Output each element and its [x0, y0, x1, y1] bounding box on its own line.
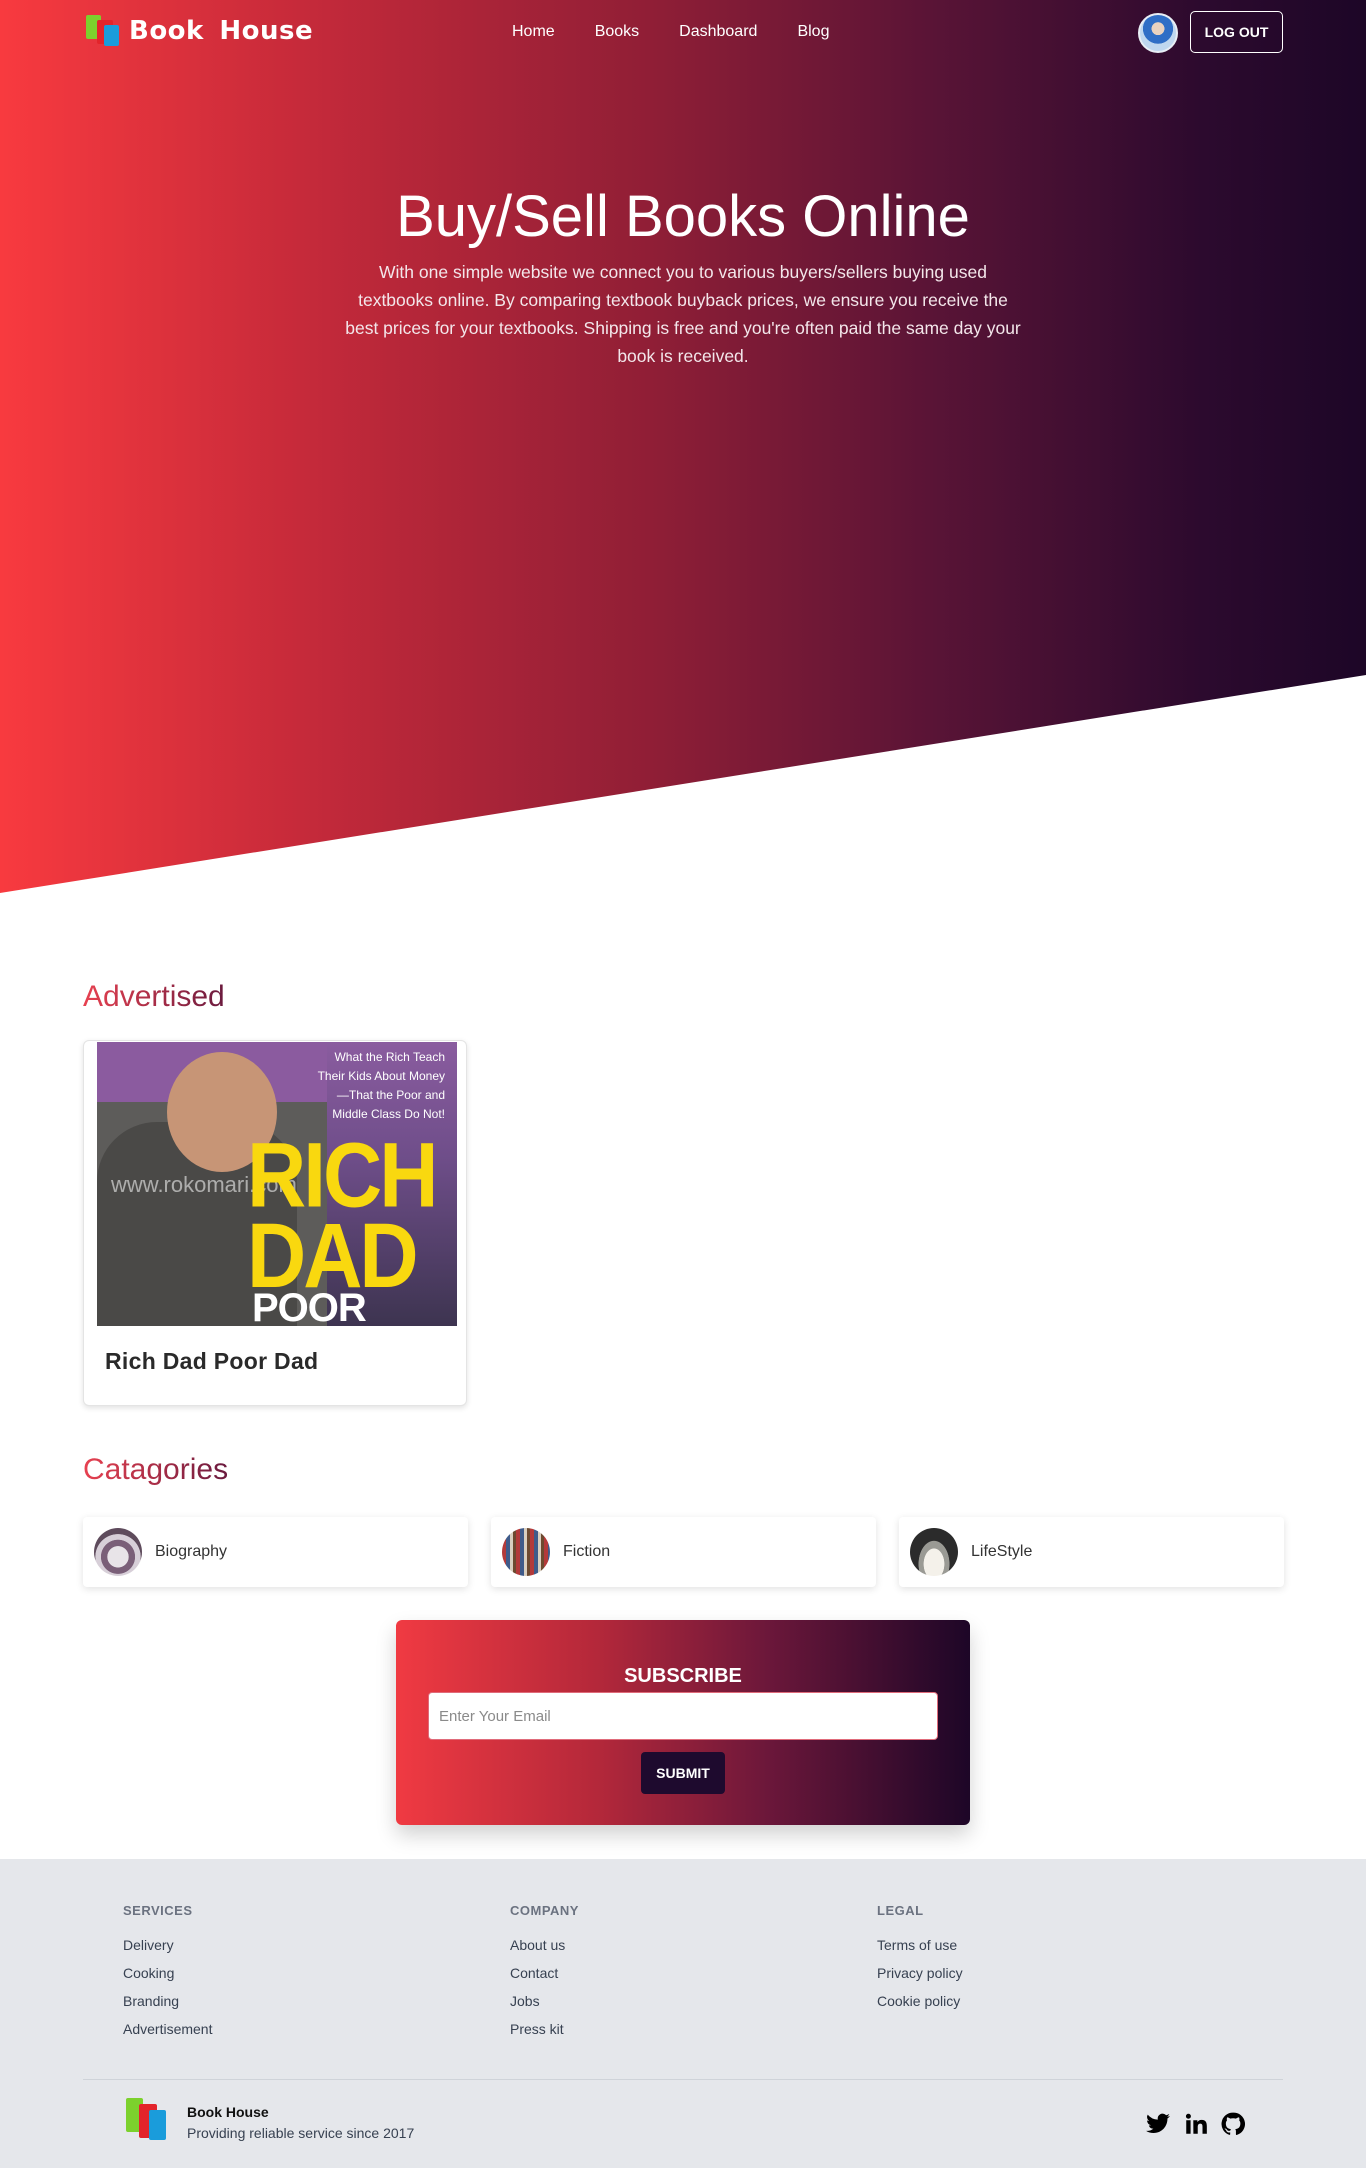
book-title[interactable]: Rich Dad Poor Dad: [105, 1348, 318, 1375]
footer-link-branding[interactable]: Branding: [123, 1993, 179, 2009]
books-logo-icon: [83, 13, 123, 49]
category-biography[interactable]: Biography: [83, 1517, 468, 1587]
nav-links: Home Books Dashboard Blog: [512, 0, 869, 64]
footer-link-terms[interactable]: Terms of use: [877, 1937, 957, 1953]
twitter-icon[interactable]: [1145, 2111, 1171, 2137]
cover-subtitle: POOR DAD: [252, 1286, 367, 1326]
footer-heading-legal: LEGAL: [877, 1903, 924, 1918]
cover-tagline: What the Rich Teach Their Kids About Mon…: [317, 1050, 445, 1121]
footer-heading-services: SERVICES: [123, 1903, 193, 1918]
category-label: Fiction: [563, 1543, 611, 1560]
footer-logo-icon: [123, 2096, 177, 2144]
hero-title: Buy/Sell Books Online: [396, 184, 970, 249]
footer: SERVICES Delivery Cooking Branding Adver…: [0, 1859, 1366, 2168]
navbar: Book House Home Books Dashboard Blog LOG…: [0, 0, 1366, 64]
footer-link-press-kit[interactable]: Press kit: [510, 2021, 564, 2037]
subscribe-title: SUBSCRIBE: [624, 1665, 742, 1687]
linkedin-icon[interactable]: [1183, 2111, 1209, 2137]
footer-link-about[interactable]: About us: [510, 1937, 565, 1953]
footer-link-delivery[interactable]: Delivery: [123, 1937, 174, 1953]
brand-logo[interactable]: Book House: [83, 13, 313, 49]
category-fiction[interactable]: Fiction: [491, 1517, 876, 1587]
advertised-heading: Advertised: [83, 980, 225, 1013]
footer-link-contact[interactable]: Contact: [510, 1965, 558, 1981]
user-avatar[interactable]: [1138, 13, 1178, 53]
book-cover-image: What the Rich Teach Their Kids About Mon…: [97, 1042, 457, 1326]
footer-link-cookie[interactable]: Cookie policy: [877, 1993, 960, 2009]
category-label: LifeStyle: [971, 1543, 1033, 1560]
subscribe-panel: SUBSCRIBE SUBMIT: [396, 1620, 970, 1825]
cover-title: RICH DAD: [247, 1124, 438, 1308]
nav-link-home[interactable]: Home: [512, 23, 555, 41]
email-input[interactable]: [428, 1692, 938, 1740]
category-lifestyle[interactable]: LifeStyle: [899, 1517, 1284, 1587]
submit-button[interactable]: SUBMIT: [641, 1752, 725, 1794]
footer-link-jobs[interactable]: Jobs: [510, 1993, 540, 2009]
category-label: Biography: [155, 1543, 228, 1560]
footer-brand: Book House: [187, 2104, 269, 2120]
lifestyle-thumbnail: [910, 1528, 958, 1576]
nav-link-dashboard[interactable]: Dashboard: [679, 23, 757, 41]
biography-thumbnail: [94, 1528, 142, 1576]
footer-tagline: Providing reliable service since 2017: [187, 2125, 415, 2141]
nav-link-books[interactable]: Books: [595, 23, 639, 41]
footer-link-privacy[interactable]: Privacy policy: [877, 1965, 963, 1981]
hero-background: [0, 0, 1366, 893]
footer-divider: [83, 2079, 1283, 2080]
github-icon[interactable]: [1220, 2111, 1246, 2137]
fiction-thumbnail: [502, 1528, 550, 1576]
brand-name: Book House: [129, 16, 314, 46]
footer-link-advertisement[interactable]: Advertisement: [123, 2021, 212, 2037]
footer-heading-company: COMPANY: [510, 1903, 579, 1918]
hero-description: With one simple website we connect you t…: [345, 262, 1021, 366]
footer-link-cooking[interactable]: Cooking: [123, 1965, 174, 1981]
book-card[interactable]: What the Rich Teach Their Kids About Mon…: [83, 1040, 467, 1406]
categories-heading: Catagories: [83, 1453, 229, 1486]
logout-button[interactable]: LOG OUT: [1190, 11, 1283, 53]
nav-link-blog[interactable]: Blog: [797, 23, 829, 41]
